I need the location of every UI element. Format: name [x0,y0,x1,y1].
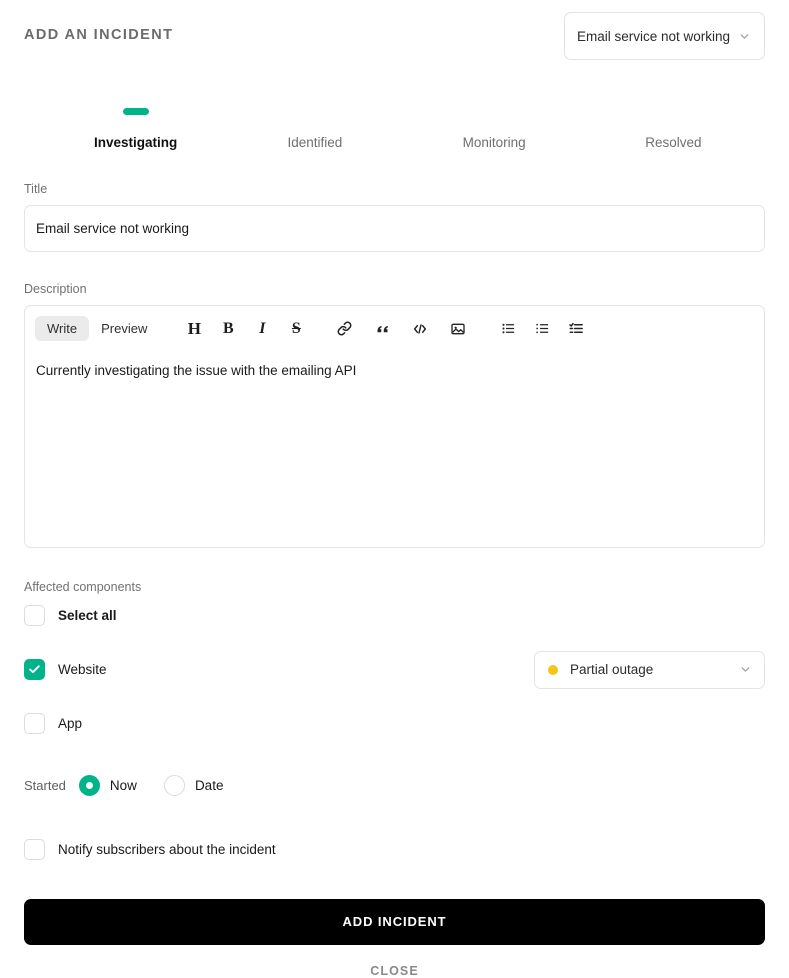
step-label: Investigating [93,135,178,150]
step-monitoring[interactable]: Monitoring [405,108,584,150]
component-row-app: App [24,713,765,735]
close-button[interactable]: CLOSE [24,964,765,978]
step-label: Identified [287,135,343,150]
notify-subscribers-label: Notify subscribers about the incident [58,841,276,857]
notify-subscribers-checkbox[interactable] [24,838,45,860]
title-field-group: Title Email service not working [24,182,765,252]
bold-icon[interactable]: B [218,319,238,339]
description-text: Currently investigating the issue with t… [36,362,357,378]
status-stepper: Investigating Identified Monitoring Reso… [46,108,763,150]
tab-preview[interactable]: Preview [89,316,159,341]
bold-glyph: B [223,319,234,337]
list-tools [498,319,586,339]
step-resolved[interactable]: Resolved [584,108,763,150]
notify-group: Notify subscribers about the incident [24,838,765,860]
ordered-list-icon[interactable] [532,319,552,339]
component-checkbox-app[interactable] [24,713,45,734]
description-field-group: Description Write Preview H B I S Curren… [24,282,765,548]
strikethrough-icon[interactable]: S [286,319,306,339]
incident-select-value: Email service not working [577,28,731,44]
started-label: Started [24,777,66,793]
component-row-select-all: Select all [24,605,765,627]
status-dot-icon [548,664,558,675]
radio-now[interactable] [78,774,100,796]
started-option-now[interactable]: Now [78,774,137,796]
tab-write[interactable]: Write [35,316,90,341]
task-list-icon[interactable] [566,319,586,339]
started-group: Started Now Date [24,774,765,796]
text-format-tools: H B I S [184,319,306,339]
component-checkbox-website[interactable] [24,659,45,680]
select-all-label: Select all [58,608,117,623]
image-icon[interactable] [448,319,468,339]
editor-toolbar: Write Preview H B I S [25,306,764,352]
description-textarea[interactable]: Currently investigating the issue with t… [25,352,764,381]
heading-glyph: H [187,319,201,338]
affected-components-group: Affected components Select all Website P… [24,580,765,735]
component-status-value: Partial outage [570,662,654,677]
step-active-indicator [302,108,328,115]
link-icon[interactable] [334,319,354,339]
radio-date[interactable] [163,774,185,796]
started-option-date[interactable]: Date [163,774,224,796]
step-identified[interactable]: Identified [225,108,404,150]
select-all-checkbox[interactable] [24,605,45,626]
started-option-label: Now [109,777,137,793]
chevron-down-icon [738,30,751,43]
step-active-indicator [122,108,149,115]
title-input-value: Email service not working [36,220,190,236]
component-label-app: App [58,716,83,731]
description-label: Description [24,281,87,296]
started-option-label: Date [194,777,224,793]
modal-header: ADD AN INCIDENT Email service not workin… [24,0,765,60]
title-input[interactable]: Email service not working [24,204,765,252]
code-icon[interactable] [410,319,430,339]
component-row-website: Website Partial outage [24,650,765,689]
markdown-editor: Write Preview H B I S Currently investig… [24,304,765,548]
component-label-website: Website [58,662,107,677]
page-title: ADD AN INCIDENT [24,27,174,43]
incident-select[interactable]: Email service not working [564,12,765,60]
step-label: Monitoring [462,135,526,150]
step-active-indicator [660,108,686,115]
italic-icon[interactable]: I [252,319,272,339]
component-status-select-website[interactable]: Partial outage [534,650,765,689]
step-active-indicator [481,108,507,115]
strikethrough-glyph: S [291,319,301,337]
insert-tools [334,319,468,339]
step-label: Resolved [645,135,702,150]
add-incident-modal: ADD AN INCIDENT Email service not workin… [0,0,789,978]
add-incident-button[interactable]: ADD INCIDENT [24,898,765,945]
bullet-list-icon[interactable] [498,319,518,339]
heading-icon[interactable]: H [184,319,204,339]
step-investigating[interactable]: Investigating [46,108,225,150]
quote-icon[interactable] [372,319,392,339]
title-label: Title [24,181,48,196]
affected-components-label: Affected components [24,579,142,594]
chevron-down-icon [739,663,752,676]
italic-glyph: I [259,319,266,337]
